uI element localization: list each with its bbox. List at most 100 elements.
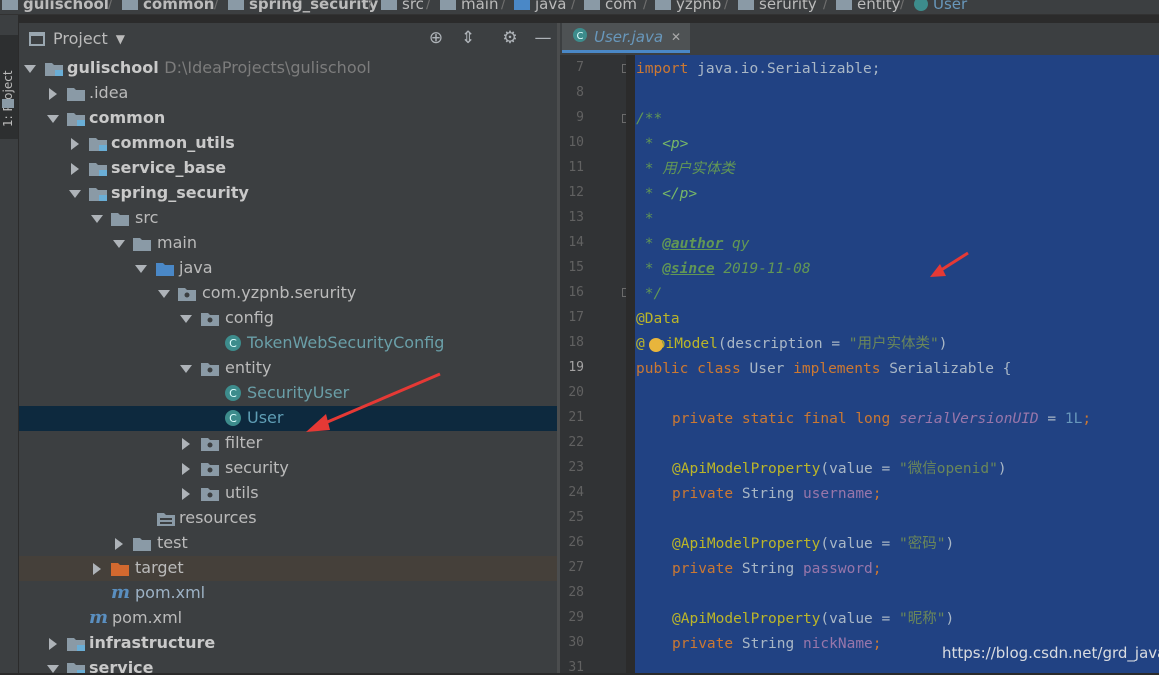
collapse-arrow-icon[interactable] (179, 462, 191, 475)
tree-row-filter[interactable]: filter (19, 431, 557, 456)
collapse-arrow-icon[interactable] (179, 487, 191, 500)
expand-arrow-icon[interactable] (157, 287, 170, 299)
tree-row-idea[interactable]: .idea (19, 81, 557, 106)
tree-item-label: infrastructure (89, 633, 216, 652)
expand-arrow-icon[interactable] (46, 112, 59, 124)
module-folder-icon (122, 0, 138, 10)
expand-arrow-icon[interactable] (112, 237, 125, 249)
maven-icon: m (89, 607, 109, 628)
tree-row-service[interactable]: service (19, 656, 557, 673)
project-view-selector[interactable]: Project ▼ (29, 29, 125, 48)
tree-row-security[interactable]: security (19, 456, 557, 481)
close-icon[interactable]: ✕ (671, 30, 681, 44)
expand-arrow-icon[interactable] (134, 262, 147, 274)
breadcrumb-item-serurity[interactable]: serurity (738, 0, 817, 14)
editor-gutter: 7 8 9 10 11 12 13 14 15 16 17 18 19 20 2… (560, 55, 631, 675)
expand-arrow-icon[interactable] (46, 662, 59, 673)
tree-item-label: config (225, 308, 274, 327)
code-line-23: @ApiModelProperty(value = "微信openid") (672, 461, 1007, 477)
expand-arrow-icon[interactable] (179, 362, 192, 374)
project-tree: gulischool D:\IdeaProjects\gulischool .i… (19, 55, 557, 673)
tree-row-utils[interactable]: utils (19, 481, 557, 506)
tree-row-common-utils[interactable]: common_utils (19, 131, 557, 156)
tree-item-label: target (135, 558, 184, 577)
tree-row-java[interactable]: java (19, 256, 557, 281)
tree-row-spring-security[interactable]: spring_security (19, 181, 557, 206)
breadcrumb-item-src[interactable]: src (381, 0, 424, 14)
line-number: 14 (568, 235, 584, 250)
breadcrumb-separator (214, 0, 219, 12)
tree-row-target[interactable]: target (19, 556, 557, 581)
module-folder-icon (66, 634, 86, 652)
breadcrumb-item-main[interactable]: main (440, 0, 498, 14)
line-number: 11 (568, 160, 584, 175)
tree-row-pom-spring-security[interactable]: m pom.xml (19, 581, 557, 606)
tree-row-service-base[interactable]: service_base (19, 156, 557, 181)
tree-row-resources[interactable]: resources (19, 506, 557, 531)
folder-icon (440, 0, 456, 10)
collapse-arrow-icon[interactable] (68, 137, 80, 150)
tree-row-config[interactable]: config (19, 306, 557, 331)
expand-arrow-icon[interactable] (23, 62, 36, 74)
code-line-11: * 用户实体类 (636, 161, 735, 177)
svg-text:C: C (229, 337, 237, 350)
tree-row-package-serurity[interactable]: com.yzpnb.serurity (19, 281, 557, 306)
project-tool-window-button[interactable]: 1: Project (0, 35, 18, 139)
tree-row-infrastructure[interactable]: infrastructure (19, 631, 557, 656)
tree-row-user[interactable]: C User (19, 406, 557, 431)
expand-arrow-icon[interactable] (68, 187, 81, 199)
expand-arrow-icon[interactable] (90, 212, 103, 224)
breadcrumb-item-spring-security[interactable]: spring_security (228, 0, 378, 14)
breadcrumb-item-entity[interactable]: entity (836, 0, 901, 14)
breadcrumb-item-gulischool[interactable]: gulischool (2, 0, 109, 14)
tab-user-java[interactable]: C User.java ✕ (562, 23, 690, 53)
tree-row-entity[interactable]: entity (19, 356, 557, 381)
breadcrumb-separator (643, 0, 648, 12)
tree-row-token-web-security-config[interactable]: C TokenWebSecurityConfig (19, 331, 557, 356)
package-icon (200, 359, 220, 377)
project-panel-header: Project ▼ ⊕ ⇕ ⚙ — (19, 23, 559, 55)
tree-item-label: User (247, 408, 284, 427)
tree-row-gulischool[interactable]: gulischool D:\IdeaProjects\gulischool (19, 56, 557, 81)
package-icon (200, 459, 220, 477)
breadcrumb-item-common[interactable]: common (122, 0, 214, 14)
tree-row-common[interactable]: common (19, 106, 557, 131)
tree-item-label: pom.xml (112, 608, 183, 627)
tree-row-main[interactable]: main (19, 231, 557, 256)
breadcrumb-item-yzpnb[interactable]: yzpnb (655, 0, 721, 14)
collapse-arrow-icon[interactable] (90, 562, 102, 575)
line-number: 24 (568, 485, 584, 500)
breadcrumb-separator (426, 0, 431, 12)
tree-row-security-user[interactable]: C SecurityUser (19, 381, 557, 406)
tree-row-pom-common[interactable]: m pom.xml (19, 606, 557, 631)
line-number: 17 (568, 310, 584, 325)
collapse-arrow-icon[interactable] (179, 437, 191, 450)
code-line-24: private String username; (672, 486, 882, 502)
module-folder-icon (66, 109, 86, 127)
collapse-arrow-icon[interactable] (68, 162, 80, 175)
tree-item-label: gulischool (67, 58, 159, 77)
line-number: 16 (568, 285, 584, 300)
expand-arrow-icon[interactable] (179, 312, 192, 324)
tree-item-label: java (179, 258, 213, 277)
tree-row-src[interactable]: src (19, 206, 557, 231)
minimize-icon[interactable]: — (532, 27, 554, 49)
breadcrumb-item-com[interactable]: com (584, 0, 637, 14)
package-icon (177, 284, 197, 302)
lightbulb-icon[interactable] (649, 338, 663, 352)
collapse-icon[interactable]: ⇕ (457, 27, 479, 49)
tree-item-label: .idea (89, 83, 129, 102)
class-icon: C (224, 384, 244, 402)
tree-row-test[interactable]: test (19, 531, 557, 556)
tree-item-label: resources (179, 508, 257, 527)
collapse-arrow-icon[interactable] (46, 637, 58, 650)
globe-icon[interactable]: ⊕ (425, 27, 447, 49)
collapse-arrow-icon[interactable] (46, 87, 58, 100)
code-editor[interactable]: import java.io.Serializable; /** * <p> *… (626, 55, 1159, 673)
breadcrumb-item-java[interactable]: java (514, 0, 566, 14)
package-icon (200, 484, 220, 502)
breadcrumb-item-user[interactable]: User (914, 0, 967, 14)
class-icon: C (224, 409, 244, 427)
gear-icon[interactable]: ⚙ (499, 27, 521, 49)
collapse-arrow-icon[interactable] (112, 537, 124, 550)
